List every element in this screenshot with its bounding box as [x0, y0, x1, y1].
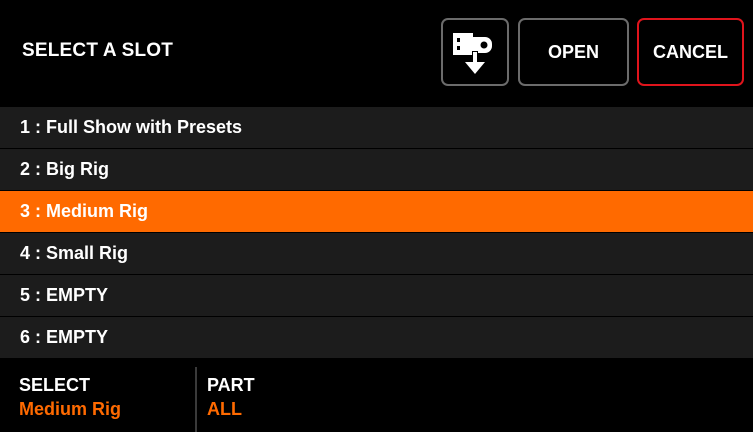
slot-label: 5 : EMPTY — [20, 285, 109, 305]
select-label: SELECT — [19, 375, 91, 395]
part-label: PART — [207, 375, 255, 395]
usb-download-icon — [449, 27, 501, 77]
footer-divider — [195, 367, 197, 432]
part-field[interactable]: PART ALL — [207, 374, 255, 420]
slot-label: 3 : Medium Rig — [20, 201, 149, 221]
slot-label: 2 : Big Rig — [20, 159, 109, 179]
slot-row-5[interactable]: 5 : EMPTY — [0, 275, 753, 316]
slot-label: 4 : Small Rig — [20, 243, 129, 263]
cancel-button[interactable]: CANCEL — [637, 18, 744, 86]
slot-label: 6 : EMPTY — [20, 327, 109, 347]
open-button[interactable]: OPEN — [518, 18, 629, 86]
slot-row-6[interactable]: 6 : EMPTY — [0, 317, 753, 358]
slot-row-2[interactable]: 2 : Big Rig — [0, 149, 753, 190]
slot-row-4[interactable]: 4 : Small Rig — [0, 233, 753, 274]
slot-label: 1 : Full Show with Presets — [20, 117, 243, 137]
select-field[interactable]: SELECT Medium Rig — [19, 374, 121, 420]
select-value: Medium Rig — [19, 399, 121, 419]
header-bar: SELECT A SLOT OPEN CANCEL — [0, 0, 753, 107]
slot-row-3-selected[interactable]: 3 : Medium Rig — [0, 191, 753, 232]
usb-load-button[interactable] — [441, 18, 509, 86]
slot-list: 1 : Full Show with Presets 2 : Big Rig 3… — [0, 107, 753, 359]
footer-bar: SELECT Medium Rig PART ALL — [0, 364, 753, 432]
slot-row-1[interactable]: 1 : Full Show with Presets — [0, 107, 753, 148]
page-title: SELECT A SLOT — [22, 40, 174, 61]
part-value: ALL — [207, 399, 242, 419]
